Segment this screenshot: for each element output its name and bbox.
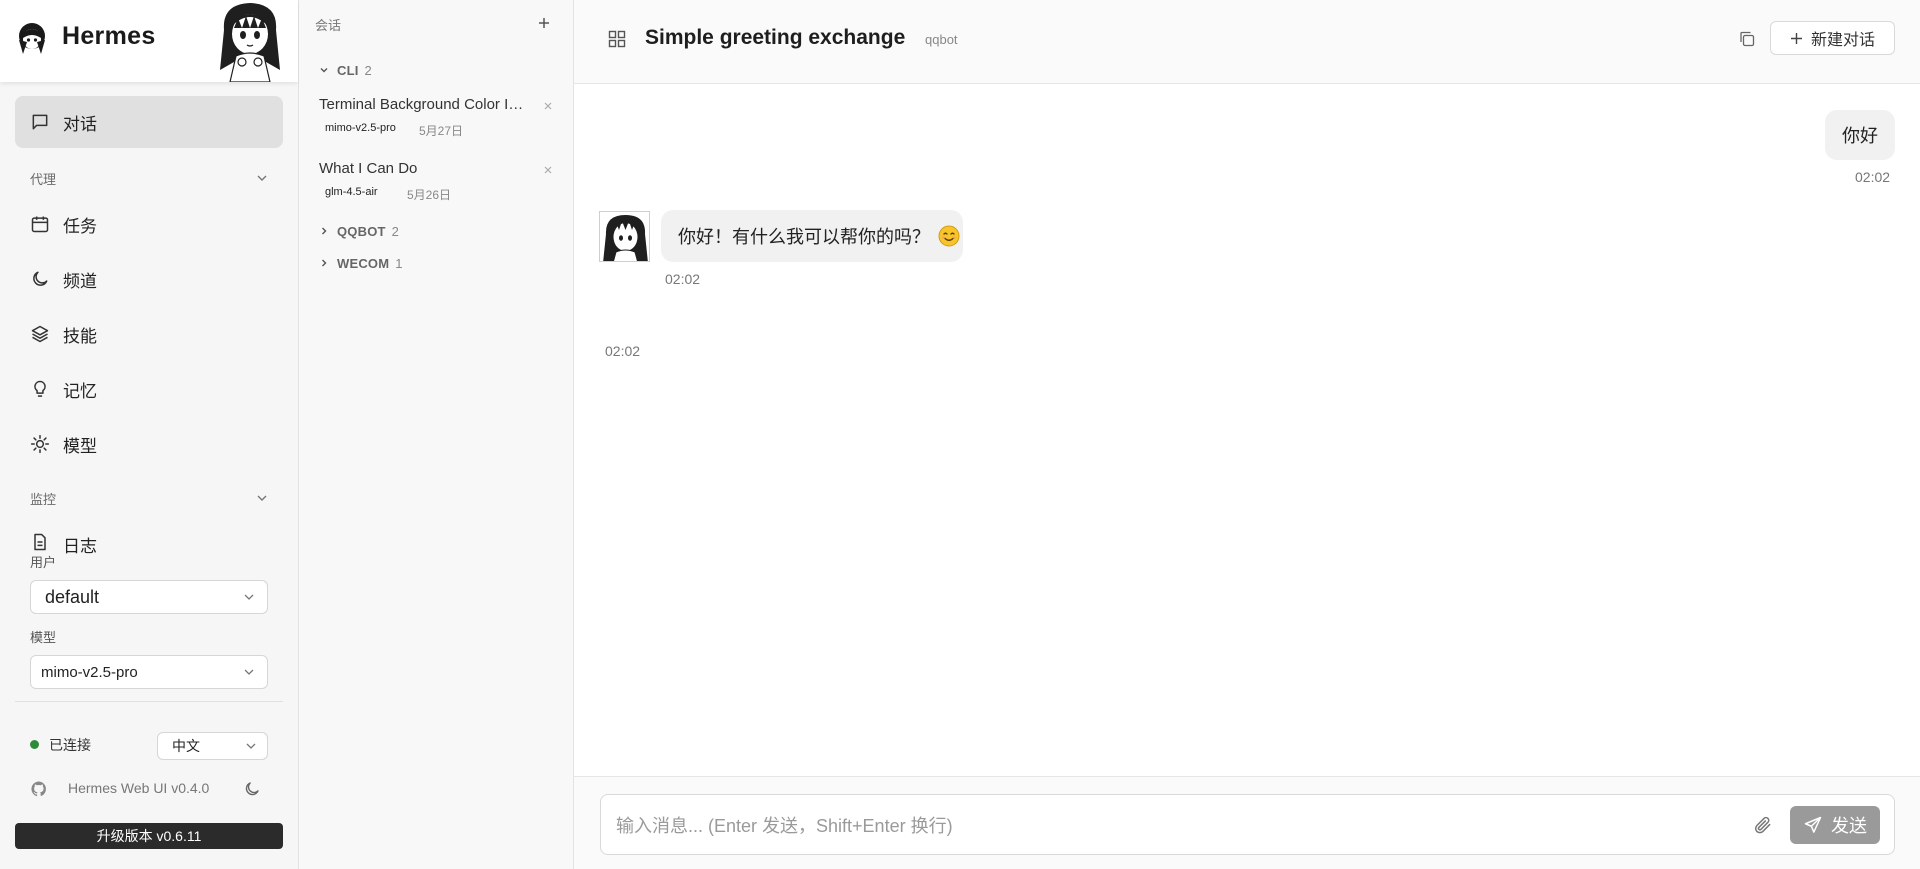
message-input[interactable] (616, 813, 1716, 839)
copy-icon[interactable] (1738, 30, 1756, 48)
nav-models-label: 模型 (63, 436, 97, 456)
send-button[interactable]: 发送 (1790, 806, 1880, 844)
layers-icon (30, 324, 50, 344)
chat-header: Simple greeting exchange qqbot 新建对话 (574, 0, 1920, 84)
section-agent-label: 代理 (30, 171, 57, 187)
theme-toggle-moon-icon[interactable] (243, 780, 261, 798)
session-item[interactable]: What I Can Do glm-4.5-air 5月26日 (307, 154, 565, 212)
sessions-panel: 会话 CLI 2 Terminal Background Color Inqui… (299, 0, 574, 869)
session-group-count: 1 (395, 255, 403, 271)
model-select-value: mimo-v2.5-pro (41, 663, 138, 681)
chevron-down-icon (243, 591, 255, 603)
github-icon[interactable] (30, 780, 48, 798)
chevron-down-icon (256, 492, 268, 504)
chat-source-tag: qqbot (925, 32, 958, 47)
upgrade-button[interactable]: 升级版本 v0.6.11 (15, 823, 283, 849)
nav-skills[interactable]: 技能 (15, 308, 283, 360)
nav-logs-label: 日志 (63, 537, 97, 556)
assistant-message-bubble: 你好！有什么我可以帮你的吗？ (661, 210, 963, 262)
grid-icon[interactable] (608, 30, 626, 48)
session-model: glm-4.5-air (325, 186, 378, 198)
session-group-wecom[interactable]: WECOM 1 (319, 254, 403, 272)
app-name: Hermes (62, 22, 156, 50)
session-group-cli[interactable]: CLI 2 (319, 61, 372, 79)
session-group-name: CLI (337, 62, 359, 78)
send-label: 发送 (1831, 816, 1867, 836)
user-select[interactable]: default (30, 580, 268, 614)
add-session-plus-icon[interactable] (536, 15, 552, 31)
session-date: 5月26日 (407, 188, 452, 202)
nav-chat-label: 对话 (63, 114, 97, 134)
new-chat-button[interactable]: 新建对话 (1770, 21, 1895, 55)
close-icon[interactable] (543, 165, 553, 175)
composer: 发送 (600, 794, 1895, 855)
smiling-face-emoji-icon (938, 225, 960, 247)
message-time: 02:02 (665, 271, 701, 287)
sidebar: Hermes 对话 代理 任务 频道 技能 记忆 模型 监控 日志 用户 def… (0, 0, 299, 869)
moon-icon (30, 269, 50, 289)
session-group-qqbot[interactable]: QQBOT 2 (319, 222, 399, 240)
language-select[interactable]: 中文 (157, 732, 268, 760)
user-message-bubble: 你好 (1825, 110, 1895, 160)
user-field-label: 用户 (30, 555, 57, 570)
session-group-count: 2 (391, 223, 399, 239)
session-item[interactable]: Terminal Background Color Inquiry mimo-v… (307, 90, 565, 148)
session-group-name: QQBOT (337, 223, 386, 239)
chat-title: Simple greeting exchange (645, 26, 906, 49)
send-icon (1803, 815, 1823, 835)
bot-avatar (599, 211, 650, 262)
paperclip-icon[interactable] (1753, 815, 1773, 835)
chevron-down-icon (243, 666, 255, 678)
chevron-right-icon (319, 258, 329, 268)
message-time: 02:02 (1855, 169, 1891, 185)
chevron-right-icon (319, 226, 329, 236)
model-field-label: 模型 (30, 630, 57, 645)
chevron-down-icon (245, 740, 257, 752)
session-title: What I Can Do (319, 160, 418, 177)
session-date: 5月27日 (419, 124, 464, 138)
nav-tasks[interactable]: 任务 (15, 198, 283, 250)
session-group-count: 2 (364, 62, 372, 78)
nav-channels-label: 频道 (63, 271, 97, 291)
message-square-icon (30, 112, 50, 132)
nav-chat[interactable]: 对话 (15, 96, 283, 148)
mascot-illustration (214, 0, 286, 82)
nav-memory[interactable]: 记忆 (15, 363, 283, 415)
message-time: 02:02 (605, 343, 641, 359)
sidebar-divider (15, 701, 283, 702)
lightbulb-icon (30, 379, 50, 399)
section-agent[interactable]: 代理 (30, 168, 268, 188)
file-text-icon (30, 532, 50, 552)
section-monitor[interactable]: 监控 (30, 488, 268, 508)
session-model: mimo-v2.5-pro (325, 122, 396, 134)
chat-main: Simple greeting exchange qqbot 新建对话 你好 0… (574, 0, 1920, 869)
language-select-value: 中文 (172, 738, 200, 754)
model-select[interactable]: mimo-v2.5-pro (30, 655, 268, 689)
sun-icon (30, 434, 50, 454)
session-title: Terminal Background Color Inquiry (319, 96, 531, 113)
session-group-name: WECOM (337, 255, 390, 271)
sessions-title: 会话 (315, 18, 342, 33)
plus-icon (1790, 32, 1803, 45)
connection-status-dot (30, 740, 39, 749)
nav-models[interactable]: 模型 (15, 418, 283, 470)
brand-header: Hermes (0, 0, 298, 82)
close-icon[interactable] (543, 101, 553, 111)
version-label: Hermes Web UI v0.4.0 (68, 780, 210, 796)
composer-area: 发送 (574, 776, 1920, 869)
connection-status: 已连接 (49, 737, 91, 753)
calendar-icon (30, 214, 50, 234)
chevron-down-icon (256, 172, 268, 184)
chevron-down-icon (319, 65, 329, 75)
user-select-value: default (45, 586, 100, 607)
nav-memory-label: 记忆 (63, 381, 97, 401)
new-chat-label: 新建对话 (1810, 32, 1875, 49)
nav-tasks-label: 任务 (63, 216, 97, 236)
assistant-message-text: 你好！有什么我可以帮你的吗？ (678, 227, 930, 247)
section-monitor-label: 监控 (30, 491, 57, 507)
hermes-logo (14, 20, 50, 56)
nav-channels[interactable]: 频道 (15, 253, 283, 305)
nav-skills-label: 技能 (63, 326, 97, 346)
